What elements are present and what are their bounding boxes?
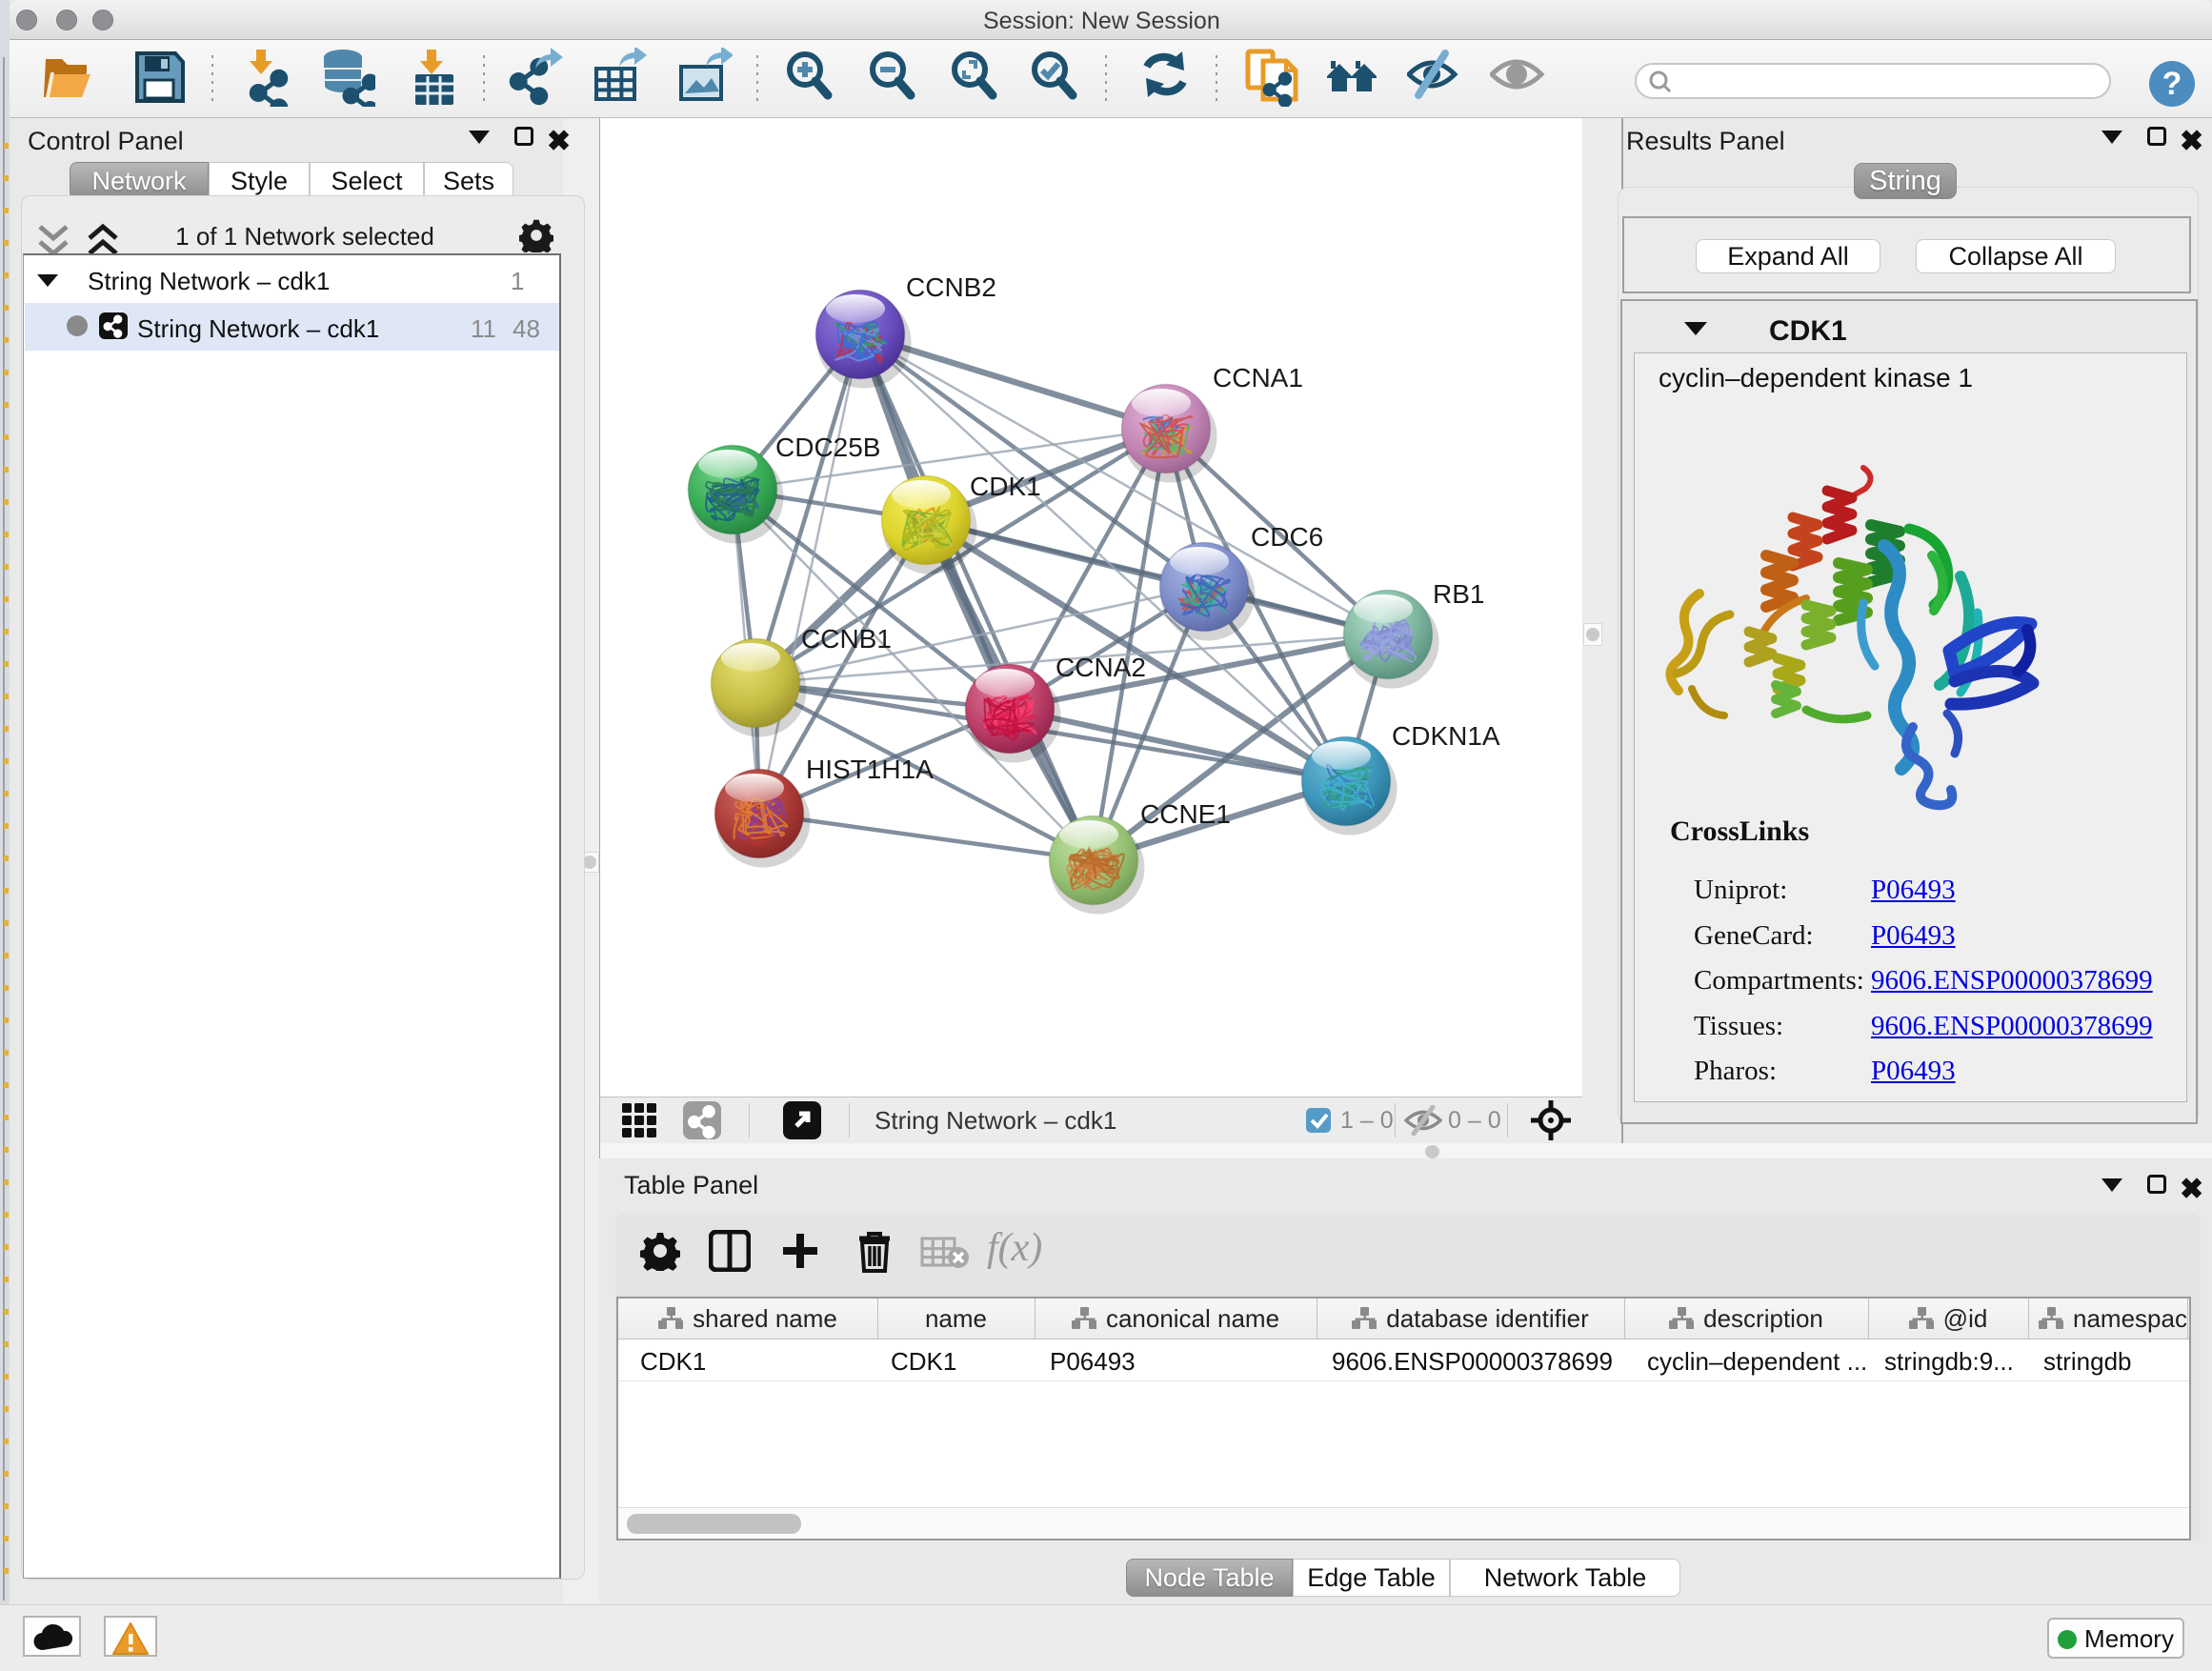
svg-text:CCNA2: CCNA2 (1056, 653, 1146, 682)
svg-text:CDK1: CDK1 (970, 472, 1041, 501)
svg-text:CDC25B: CDC25B (775, 433, 880, 462)
svg-text:CCNA1: CCNA1 (1213, 363, 1303, 393)
svg-text:CCNB2: CCNB2 (906, 272, 996, 302)
svg-text:HIST1H1A: HIST1H1A (806, 755, 934, 784)
svg-text:CCNB1: CCNB1 (801, 624, 892, 654)
svg-text:CDKN1A: CDKN1A (1392, 721, 1500, 751)
svg-text:CCNE1: CCNE1 (1140, 799, 1231, 829)
svg-text:RB1: RB1 (1433, 579, 1484, 609)
svg-text:CDC6: CDC6 (1251, 522, 1323, 552)
